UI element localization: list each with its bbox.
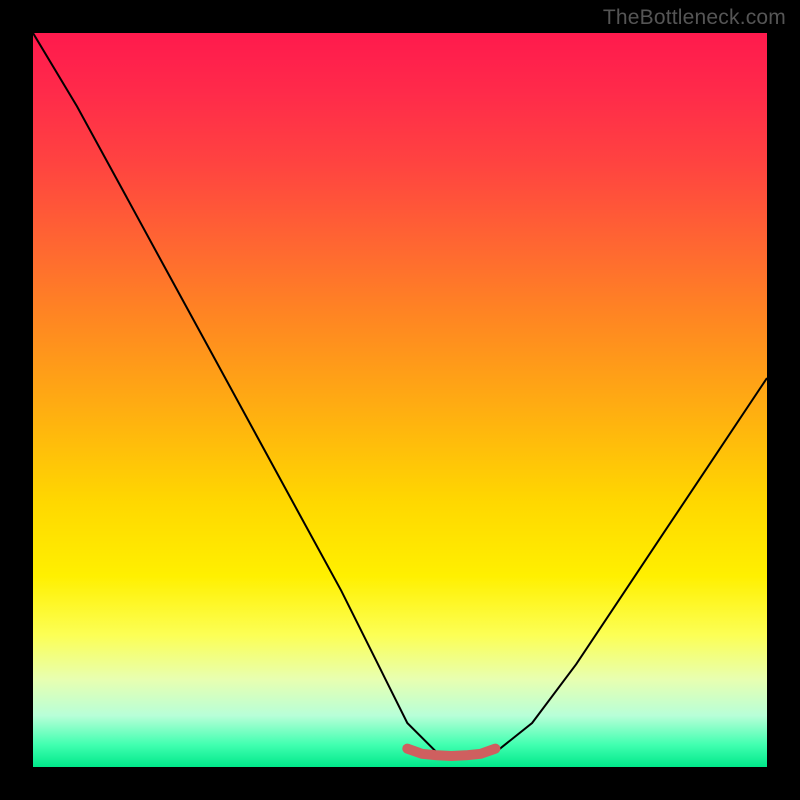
watermark-text: TheBottleneck.com — [603, 6, 786, 30]
bottleneck-curve-path — [33, 33, 767, 756]
bottleneck-curve-svg — [33, 33, 767, 767]
optimal-marker-path — [407, 749, 495, 756]
chart-plot-area — [33, 33, 767, 767]
